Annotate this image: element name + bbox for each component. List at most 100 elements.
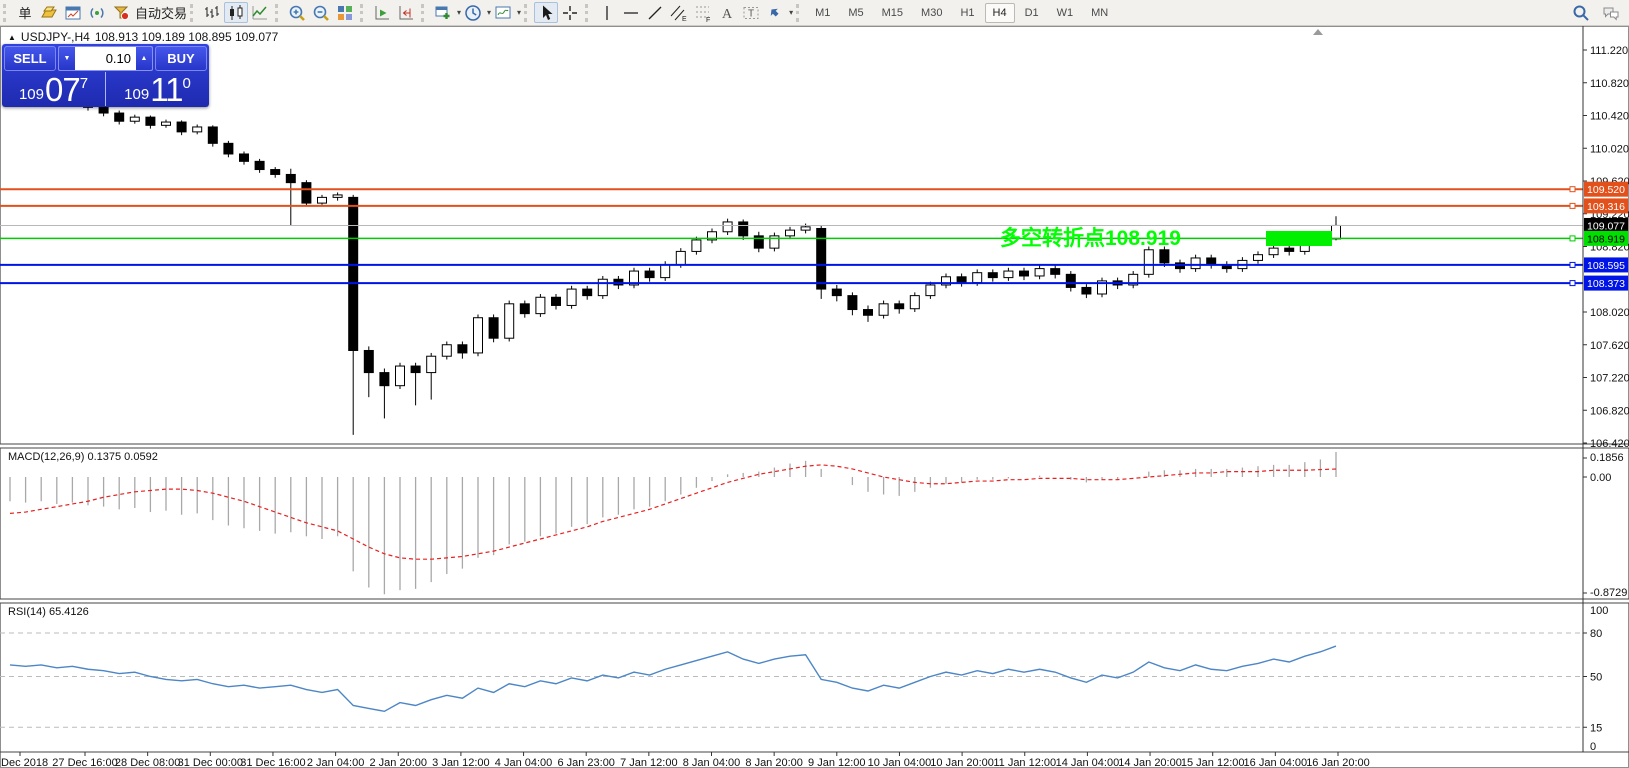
volume-decrease-button[interactable]: ▼ <box>59 47 75 70</box>
chart-window-icon <box>63 3 83 23</box>
time-axis-label: 14 Jan 04:00 <box>1056 757 1120 768</box>
tile-windows-icon[interactable] <box>333 2 357 23</box>
text-icon[interactable]: A <box>715 2 739 23</box>
crosshair-icon[interactable] <box>558 2 582 23</box>
svg-text:T: T <box>748 8 754 19</box>
toolbar-group-handle[interactable] <box>524 4 530 22</box>
zoom-in-icon <box>287 3 307 23</box>
hline-handle[interactable] <box>1570 281 1575 286</box>
toolbar-right-icons <box>1569 0 1629 25</box>
chart-ohlc-values: 108.913 109.189 108.895 109.077 <box>95 30 279 44</box>
sell-button[interactable]: SELL <box>4 46 56 71</box>
horizontal-line-icon[interactable] <box>619 2 643 23</box>
svg-text:E: E <box>682 16 687 23</box>
timeframe-button-mn[interactable]: MN <box>1083 3 1116 23</box>
price-axis-label: 108.020 <box>1590 307 1629 319</box>
time-axis-label: 31 Dec 00:00 <box>178 757 243 768</box>
volume-increase-button[interactable]: ▲ <box>136 47 152 70</box>
rsi-level-label: 50 <box>1590 672 1602 684</box>
volume-stepper: ▼ 0.10 ▲ <box>58 46 153 71</box>
time-axis-label: 7 Dec 2018 <box>0 757 48 768</box>
timeframe-button-d1[interactable]: D1 <box>1017 3 1047 23</box>
horizontal-line-icon <box>621 3 641 23</box>
buy-price-big: 11 <box>150 76 182 103</box>
signal-icon[interactable] <box>85 2 109 23</box>
fibonacci-icon[interactable]: F <box>691 2 715 23</box>
hline-handle[interactable] <box>1570 236 1575 241</box>
time-axis-label: 7 Jan 12:00 <box>620 757 678 768</box>
toolbar-group-handle[interactable] <box>360 4 366 22</box>
timeframe-button-h1[interactable]: H1 <box>952 3 982 23</box>
community-icon[interactable] <box>1599 2 1623 23</box>
sell-price-prefix: 109 <box>19 86 44 103</box>
macd-scale-zero: 0.00 <box>1590 472 1611 484</box>
bar-chart-icon <box>202 3 222 23</box>
text-label-icon[interactable]: T <box>739 2 763 23</box>
vertical-line-icon[interactable] <box>595 2 619 23</box>
volume-value[interactable]: 0.10 <box>75 47 136 70</box>
time-axis-label: 2 Jan 04:00 <box>307 757 365 768</box>
new-chart-icon <box>433 3 453 23</box>
line-chart-icon <box>250 3 270 23</box>
channel-icon[interactable]: E <box>667 2 691 23</box>
timeframe-button-m5[interactable]: M5 <box>840 3 871 23</box>
buy-price[interactable]: 109 11 0 <box>106 72 209 106</box>
hline-handle[interactable] <box>1570 187 1575 192</box>
time-axis-label: 16 Jan 20:00 <box>1306 757 1370 768</box>
toolbar-group-handle[interactable] <box>190 4 196 22</box>
timeframe-button-m15[interactable]: M15 <box>874 3 911 23</box>
rsi-level-label: 80 <box>1590 628 1602 640</box>
toolbar-group-handle[interactable] <box>275 4 281 22</box>
rsi-scale-bottom: 0 <box>1590 741 1596 753</box>
chevron-down-icon[interactable]: ▾ <box>517 8 521 17</box>
pivot-annotation[interactable]: 多空转折点108.919 <box>1000 226 1181 250</box>
candlestick-icon <box>226 3 246 23</box>
timeframe-button-h4[interactable]: H4 <box>985 3 1015 23</box>
zoom-in-icon[interactable] <box>285 2 309 23</box>
timeframe-button-m1[interactable]: M1 <box>807 3 838 23</box>
toolbar-group-handle[interactable] <box>796 4 802 22</box>
rectangle-object[interactable] <box>1266 231 1332 246</box>
chevron-down-icon[interactable]: ▾ <box>789 8 793 17</box>
chart-window-icon[interactable] <box>61 2 85 23</box>
candlestick-icon[interactable] <box>224 2 248 23</box>
line-chart-icon[interactable] <box>248 2 272 23</box>
toolbar-group-handle[interactable] <box>421 4 427 22</box>
one-click-trading-panel: SELL ▼ 0.10 ▲ BUY 109 07 7 109 11 0 <box>2 44 209 107</box>
time-axis-label: 10 Jan 20:00 <box>930 757 994 768</box>
price-axis-label: 107.620 <box>1590 340 1629 352</box>
templates-icon[interactable] <box>491 2 515 23</box>
hline-handle[interactable] <box>1570 262 1575 267</box>
timeframe-button-w1[interactable]: W1 <box>1049 3 1082 23</box>
new-order-button[interactable]: 单 <box>13 2 37 23</box>
toolbar-group-handle[interactable] <box>585 4 591 22</box>
vertical-line-icon <box>597 3 617 23</box>
trendline-icon[interactable] <box>643 2 667 23</box>
arrows-icon[interactable] <box>763 2 787 23</box>
bar-chart-icon[interactable] <box>200 2 224 23</box>
price-axis-label: 107.220 <box>1590 373 1629 385</box>
price-tag-text: 109.316 <box>1587 201 1625 213</box>
cursor-icon[interactable] <box>534 2 558 23</box>
timeframe-button-m30[interactable]: M30 <box>913 3 950 23</box>
toolbar-group-handle[interactable] <box>3 4 9 22</box>
autotrade-button[interactable] <box>109 2 133 23</box>
chart-shift-icon <box>396 3 416 23</box>
chart-shift-icon[interactable] <box>394 2 418 23</box>
time-axis-label: 16 Jan 04:00 <box>1244 757 1308 768</box>
buy-button[interactable]: BUY <box>155 46 207 71</box>
templates-icon <box>493 3 513 23</box>
new-order-label: 单 <box>18 3 31 22</box>
search-icon[interactable] <box>1569 2 1593 23</box>
zoom-out-icon[interactable] <box>309 2 333 23</box>
trendline-icon <box>645 3 665 23</box>
periods-icon[interactable] <box>461 2 485 23</box>
autotrade-label[interactable]: 自动交易 <box>135 3 187 22</box>
sell-price[interactable]: 109 07 7 <box>2 72 106 106</box>
macd-label: MACD(12,26,9) 0.1375 0.0592 <box>8 451 158 463</box>
new-chart-icon[interactable] <box>431 2 455 23</box>
auto-scroll-icon[interactable] <box>370 2 394 23</box>
time-axis-label: 10 Jan 04:00 <box>868 757 932 768</box>
gold-icon[interactable] <box>37 2 61 23</box>
hline-handle[interactable] <box>1570 203 1575 208</box>
